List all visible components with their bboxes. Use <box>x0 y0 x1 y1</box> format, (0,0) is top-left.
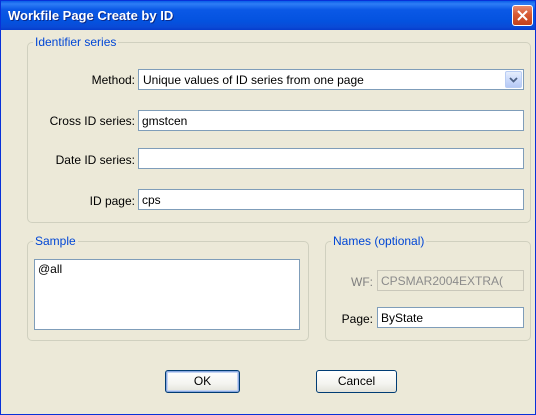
id-page-label: ID page: <box>89 194 135 208</box>
close-button[interactable] <box>512 5 533 26</box>
method-value: Unique values of ID series from one page <box>143 73 364 87</box>
id-page-input[interactable] <box>138 189 524 210</box>
page-label: Page: <box>341 312 373 326</box>
method-label: Method: <box>91 73 135 87</box>
wf-label: WF: <box>351 275 373 289</box>
cross-id-series-input[interactable] <box>138 110 524 131</box>
date-id-series-input[interactable] <box>138 148 524 169</box>
wf-name-input <box>377 270 524 291</box>
date-id-label: Date ID series: <box>55 153 135 167</box>
title-bar[interactable]: Workfile Page Create by ID <box>1 1 535 30</box>
page-name-input[interactable] <box>377 307 524 328</box>
window-title: Workfile Page Create by ID <box>8 8 174 23</box>
chevron-down-icon <box>509 77 518 83</box>
ok-button[interactable]: OK <box>165 370 240 393</box>
close-icon <box>517 10 528 21</box>
sample-legend: Sample <box>35 234 76 248</box>
sample-textbox[interactable]: @all <box>34 259 300 330</box>
method-dropdown-button[interactable] <box>505 71 522 88</box>
cancel-button[interactable]: Cancel <box>316 370 397 393</box>
cross-id-label: Cross ID series: <box>49 114 135 128</box>
dialog-window: Workfile Page Create by ID Identifier se… <box>0 0 536 415</box>
method-dropdown[interactable]: Unique values of ID series from one page <box>138 69 524 90</box>
sample-value: @all <box>38 262 63 276</box>
identifier-series-legend: Identifier series <box>35 35 117 49</box>
names-legend: Names (optional) <box>333 234 425 248</box>
